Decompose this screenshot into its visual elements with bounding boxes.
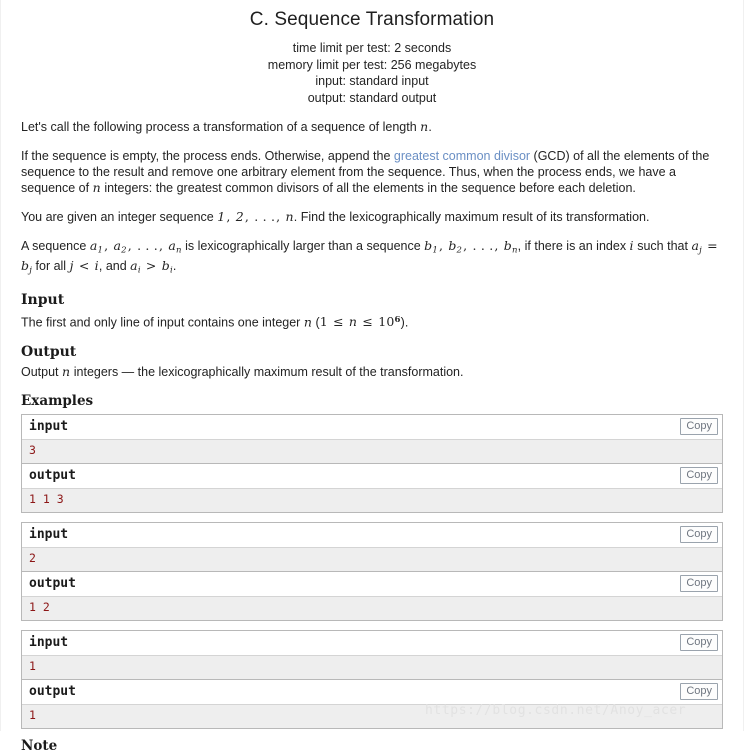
sample-output-block: output Copy 1 2 [21,571,723,621]
math-sequence-a: a1, a2, . . ., an [89,238,182,256]
sample-output-label: output [29,468,76,483]
sample-output-data: 1 [22,705,722,728]
statement-p1-text-after: . [428,120,432,134]
memory-limit-label: memory limit per test: 256 megabytes [267,57,477,72]
sample-output-header: output Copy [22,572,722,597]
copy-button[interactable]: Copy [680,634,718,651]
statement-p4-text-a: A sequence [21,239,90,253]
statement-p4-text-e: for all [32,259,70,274]
problem-page: C. Sequence Transformation time limit pe… [0,0,744,754]
output-section: Output Output n integers — the lexicogra… [21,343,723,380]
statement-p2-text-a: If the sequence is empty, the process en… [21,149,394,163]
sample-test: input Copy 3 output Copy 1 1 3 [21,414,723,513]
problem-statement-container: C. Sequence Transformation time limit pe… [1,0,743,755]
math-j-lt-i: j < i [69,258,99,274]
input-section: Input The first and only line of input c… [21,291,723,330]
math-sequence-b: b1, b2, . . ., bn [424,238,518,256]
input-text-b: ( [312,315,320,329]
math-n-inline: n [303,314,313,329]
sample-input-label: input [29,635,69,650]
copy-button[interactable]: Copy [680,575,718,592]
statement-paragraph-1: Let's call the following process a trans… [21,119,723,135]
math-sequence-1-to-n: 1, 2, . . ., n [217,209,294,224]
sample-test: input Copy 1 output Copy 1 [21,630,723,729]
sample-output-header: output Copy [22,464,722,489]
problem-header: C. Sequence Transformation time limit pe… [21,0,723,106]
sample-input-block: input Copy 3 [21,414,723,463]
math-n-inline: n [92,180,101,195]
input-section-text: The first and only line of input contain… [21,312,723,330]
input-section-heading: Input [21,291,65,308]
copy-button[interactable]: Copy [680,467,718,484]
sample-input-data: 2 [22,548,722,571]
sample-output-data: 1 1 3 [22,489,722,512]
statement-p1-text-before: Let's call the following process a trans… [21,120,421,134]
page-title: C. Sequence Transformation [249,9,495,30]
output-text-a: Output [21,365,62,379]
statement-p4-text-g: . [172,259,177,274]
sample-output-data: 1 2 [22,597,722,620]
input-spec-label: input: standard input [315,74,429,88]
statement-paragraph-4: A sequence a1, a2, . . ., an is lexicogr… [21,238,723,279]
sample-test: input Copy 2 output Copy 1 2 [21,522,723,621]
statement-p4-text-d: such that [633,239,692,253]
statement-p4-text-b: is lexicographically larger than a seque… [181,239,425,253]
sample-input-header: input Copy [22,415,722,440]
math-ai-gt-bi: ai > bi [130,258,173,276]
statement-p3-text-b: . Find the lexicographically maximum res… [293,210,650,224]
gcd-link[interactable]: greatest common divisor [394,149,530,163]
examples-section: Examples input Copy 3 output Copy 1 1 3 … [21,393,723,755]
sample-output-block: output Copy 1 [21,679,723,729]
input-text-a: The first and only line of input contain… [21,315,304,329]
output-section-heading: Output [21,344,77,360]
sample-output-label: output [29,576,76,591]
math-n-range: 1 ≤ n ≤ 106 [319,314,401,329]
sample-input-block: input Copy 1 [21,630,723,679]
note-section-heading: Note [21,738,58,754]
statement-p4-text-c: , if there is an index [517,239,630,253]
output-text-b: integers — the lexicographically maximum… [70,365,464,379]
statement-body: Let's call the following process a trans… [21,106,723,755]
sample-input-header: input Copy [22,631,722,656]
sample-output-header: output Copy [22,680,722,705]
sample-input-header: input Copy [22,523,722,548]
input-text-c: ). [400,315,409,329]
copy-button[interactable]: Copy [680,526,718,543]
sample-input-label: input [29,419,69,434]
sample-input-block: input Copy 2 [21,522,723,571]
time-limit-label: time limit per test: 2 seconds [292,41,452,55]
statement-p3-text-a: You are given an integer sequence [21,210,218,224]
sample-input-label: input [29,527,69,542]
output-section-text: Output n integers — the lexicographicall… [21,364,723,380]
sample-input-data: 1 [22,656,722,679]
statement-paragraph-2: If the sequence is empty, the process en… [21,148,723,196]
copy-button[interactable]: Copy [680,418,718,435]
statement-p2-text-c: integers: the greatest common divisors o… [100,181,636,195]
sample-output-label: output [29,684,76,699]
statement-p4-text-f: , and [98,259,131,274]
sample-output-block: output Copy 1 1 3 [21,463,723,513]
examples-heading: Examples [21,393,94,409]
copy-button[interactable]: Copy [680,683,718,700]
statement-paragraph-3: You are given an integer sequence 1, 2, … [21,209,723,225]
sample-input-data: 3 [22,440,722,463]
output-spec-label: output: standard output [307,90,437,105]
